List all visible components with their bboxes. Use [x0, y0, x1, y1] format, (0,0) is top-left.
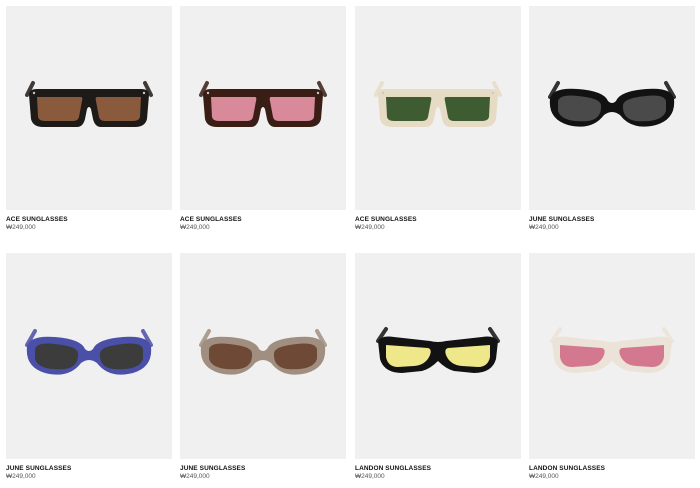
product-name[interactable]: LANDON SUNGLASSES — [355, 465, 521, 473]
product-price: ₩249,000 — [529, 224, 559, 231]
sunglasses-image — [25, 81, 153, 127]
product-card[interactable]: ACE SUNGLASSES ₩249,000 — [355, 6, 521, 232]
product-card[interactable]: JUNE SUNGLASSES ₩249,000 — [529, 6, 695, 232]
sunglasses-image — [199, 81, 327, 127]
product-image[interactable] — [6, 6, 172, 210]
product-image[interactable] — [355, 253, 521, 459]
product-card[interactable]: JUNE SUNGLASSES ₩249,000 — [180, 253, 346, 481]
product-card[interactable]: LANDON SUNGLASSES ₩249,000 — [529, 253, 695, 481]
sunglasses-image — [550, 327, 674, 373]
product-image[interactable] — [355, 6, 521, 210]
product-card[interactable]: ACE SUNGLASSES ₩249,000 — [180, 6, 346, 232]
product-card[interactable]: LANDON SUNGLASSES ₩249,000 — [355, 253, 521, 481]
product-price: ₩249,000 — [6, 224, 36, 231]
product-price: ₩249,000 — [180, 224, 210, 231]
product-card[interactable]: JUNE SUNGLASSES ₩249,000 — [6, 253, 172, 481]
sunglasses-image — [199, 329, 327, 375]
product-price: ₩249,000 — [355, 473, 385, 480]
product-name[interactable]: ACE SUNGLASSES — [355, 216, 521, 224]
product-image[interactable] — [529, 253, 695, 459]
product-name[interactable]: ACE SUNGLASSES — [6, 216, 172, 224]
product-image[interactable] — [180, 253, 346, 459]
product-name[interactable]: ACE SUNGLASSES — [180, 216, 346, 224]
product-price: ₩249,000 — [529, 473, 559, 480]
product-price: ₩249,000 — [6, 473, 36, 480]
product-grid: ACE SUNGLASSES ₩249,000 ACE SUNGLASSES ₩… — [0, 0, 700, 488]
product-price: ₩249,000 — [180, 473, 210, 480]
product-price: ₩249,000 — [355, 224, 385, 231]
product-image[interactable] — [180, 6, 346, 210]
product-name[interactable]: LANDON SUNGLASSES — [529, 465, 695, 473]
product-name[interactable]: JUNE SUNGLASSES — [6, 465, 172, 473]
product-name[interactable]: JUNE SUNGLASSES — [180, 465, 346, 473]
product-image[interactable] — [529, 6, 695, 210]
sunglasses-image — [376, 327, 500, 373]
sunglasses-image — [25, 329, 153, 375]
product-image[interactable] — [6, 253, 172, 459]
sunglasses-image — [374, 81, 502, 127]
product-card[interactable]: ACE SUNGLASSES ₩249,000 — [6, 6, 172, 232]
product-name[interactable]: JUNE SUNGLASSES — [529, 216, 695, 224]
sunglasses-image — [548, 81, 676, 127]
